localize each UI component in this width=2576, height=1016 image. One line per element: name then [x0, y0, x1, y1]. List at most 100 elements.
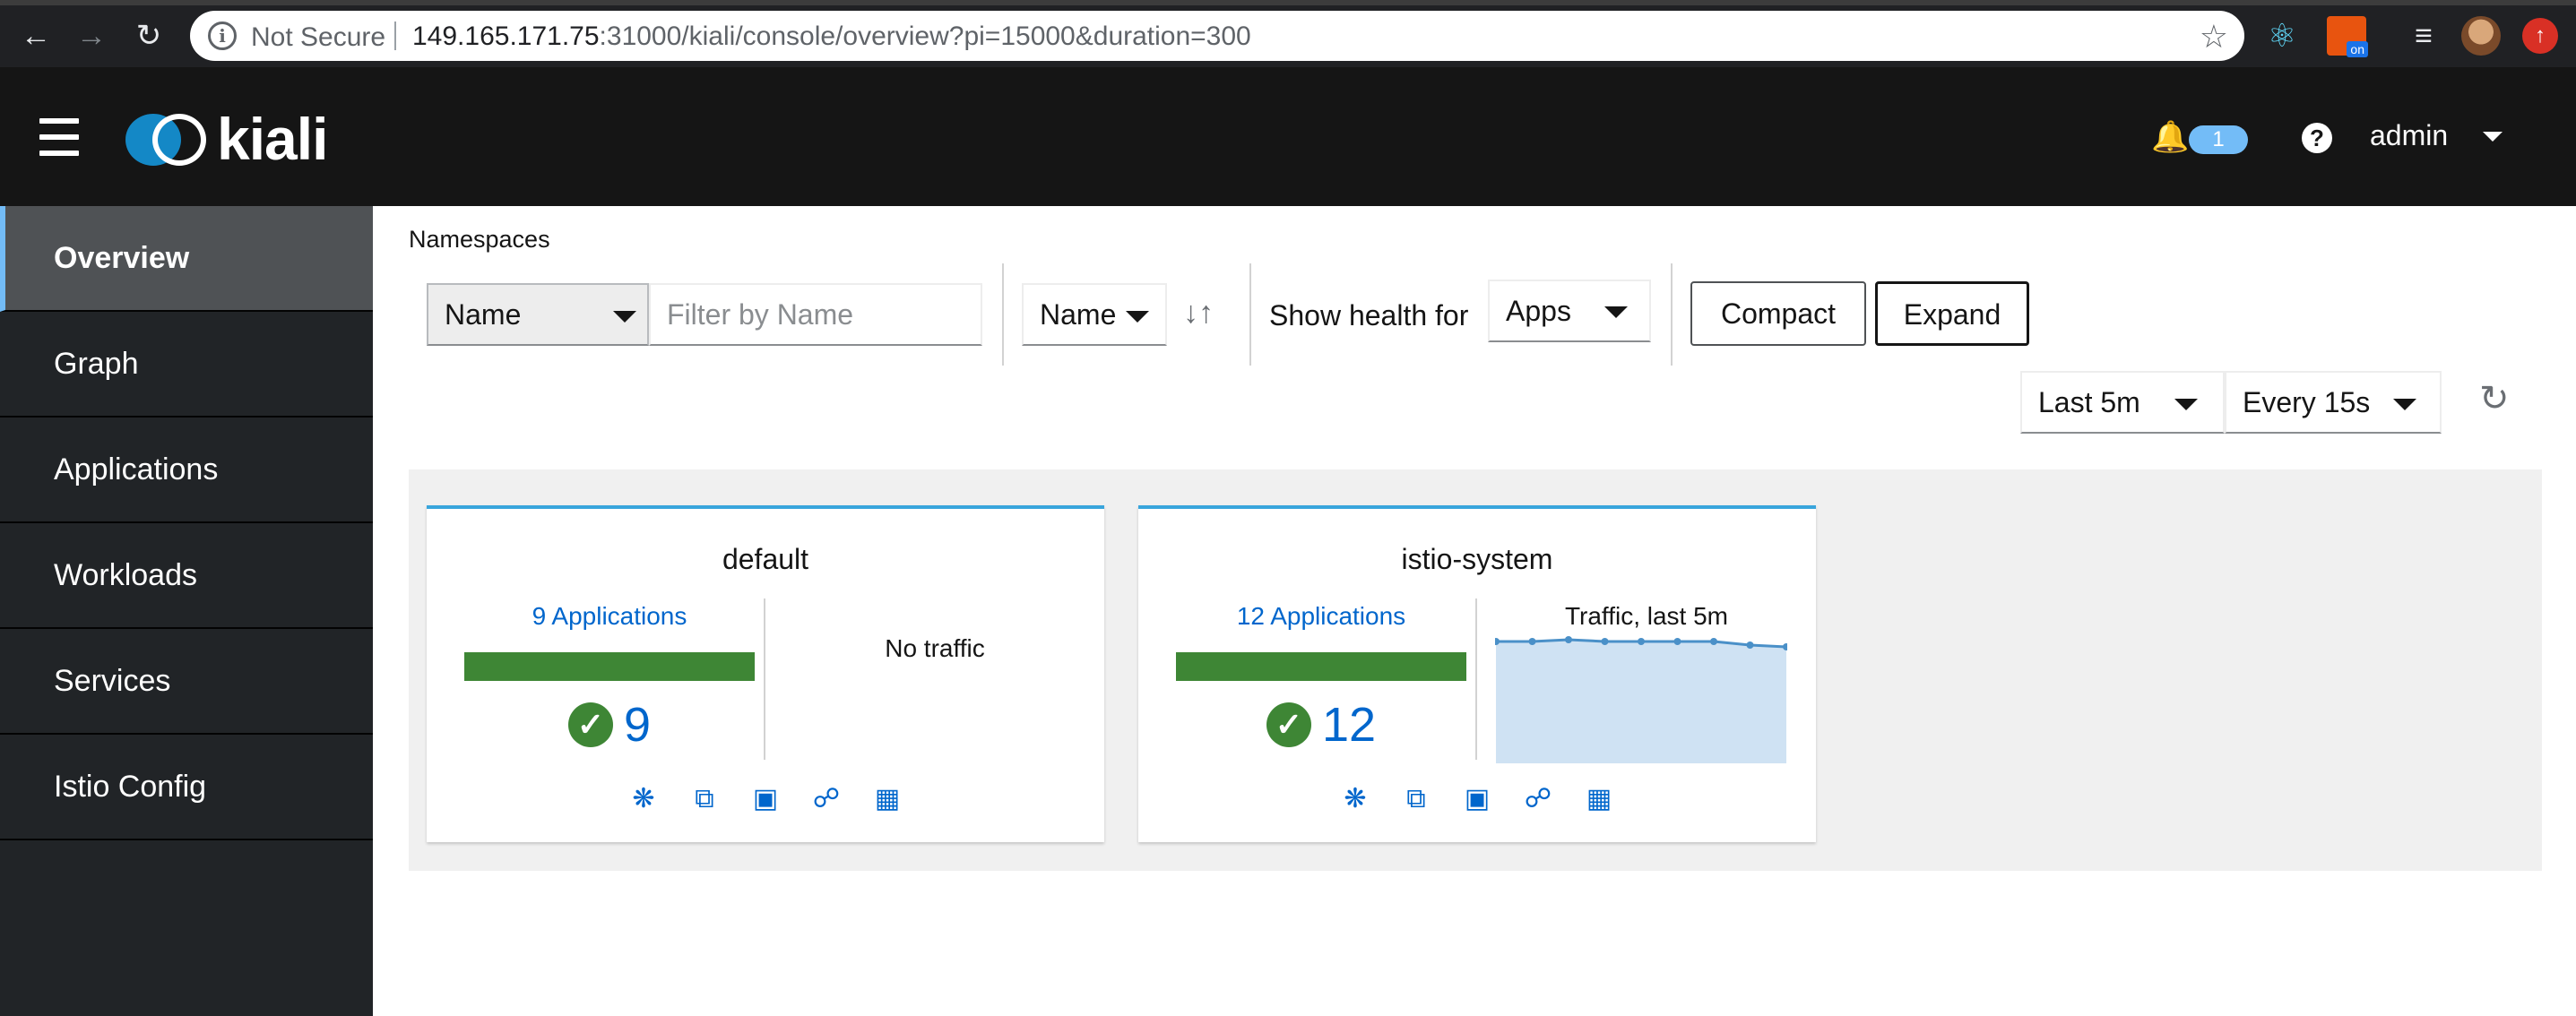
time-range-select[interactable]: Last 5m	[2020, 371, 2225, 434]
caret-down-icon	[2174, 399, 2198, 410]
sidebar-item-label: Istio Config	[54, 770, 207, 804]
react-devtools-icon[interactable]: ⚛	[2262, 16, 2302, 56]
bell-icon[interactable]: 🔔	[2151, 121, 2189, 153]
masthead: kiali 🔔 1 ? admin	[0, 67, 2576, 206]
applications-link[interactable]: 12 Applications	[1176, 602, 1466, 631]
hamburger-menu-icon[interactable]	[39, 118, 79, 156]
sparkline-point[interactable]	[1746, 641, 1754, 649]
sort-field-value: Name	[1040, 298, 1117, 331]
url-path: :31000/kiali/console/overview?pi=15000&d…	[599, 22, 1251, 51]
workloads-icon[interactable]: ▣	[746, 783, 785, 814]
url-text[interactable]: 149.165.171.75:31000/kiali/console/overv…	[412, 22, 1251, 52]
caret-down-icon	[1604, 306, 1628, 318]
toolbar-divider	[1671, 263, 1673, 366]
sidebar-item-label: Applications	[54, 452, 219, 486]
notification-badge[interactable]: 1	[2189, 125, 2248, 154]
health-type-value: Apps	[1506, 295, 1571, 327]
user-menu[interactable]: admin	[2370, 119, 2448, 152]
sidebar-item-applications[interactable]: Applications	[0, 418, 373, 523]
card-divider	[764, 598, 765, 760]
profile-avatar[interactable]	[2461, 16, 2501, 56]
show-health-label: Show health for	[1269, 299, 1469, 331]
namespace-card-istio-system: istio-system 12 Applications ✓ 12 Traffic…	[1138, 505, 1816, 842]
check-circle-icon: ✓	[1266, 702, 1311, 747]
namespace-card-default: default 9 Applications ✓ 9 No traffic ❋ ⧉ ▣…	[427, 505, 1104, 842]
browser-toolbar: ← → ↻ i Not Secure 149.165.171.75:31000/…	[0, 0, 2576, 67]
security-label: Not Secure	[251, 22, 386, 52]
namespace-name: istio-system	[1401, 543, 1553, 575]
sparkline-point[interactable]	[1673, 638, 1681, 645]
time-range-value: Last 5m	[2038, 386, 2140, 418]
applications-icon[interactable]: ⧉	[1396, 784, 1436, 814]
sidebar-item-overview[interactable]: Overview	[0, 206, 373, 312]
refresh-interval-select[interactable]: Every 15s	[2225, 371, 2442, 434]
istio-config-icon[interactable]: ▦	[1579, 783, 1619, 814]
expand-button[interactable]: Expand	[1875, 281, 2029, 346]
sidebar-item-workloads[interactable]: Workloads	[0, 523, 373, 629]
refresh-interval-value: Every 15s	[2243, 386, 2371, 418]
traffic-status: No traffic	[885, 634, 985, 662]
filter-input[interactable]	[649, 283, 982, 346]
sidebar-item-istio-config[interactable]: Istio Config	[0, 735, 373, 840]
health-bar	[464, 652, 755, 681]
workloads-icon[interactable]: ▣	[1457, 783, 1497, 814]
traffic-title: Traffic, last 5m	[1564, 602, 1729, 630]
bookmark-star-icon[interactable]: ☆	[2200, 18, 2228, 56]
toolbar-divider	[1249, 263, 1251, 366]
caret-down-icon	[613, 311, 636, 323]
on-extension-icon[interactable]: on	[2327, 16, 2368, 57]
sidebar-item-graph[interactable]: Graph	[0, 312, 373, 418]
caret-down-icon	[1126, 311, 1149, 323]
health-summary: ✓ 9	[464, 697, 755, 753]
healthy-count[interactable]: 9	[624, 697, 651, 753]
namespace-name: default	[722, 543, 809, 575]
info-icon[interactable]: i	[208, 22, 237, 50]
sort-field-select[interactable]: Name	[1022, 283, 1167, 346]
reload-icon[interactable]: ↻	[131, 18, 167, 54]
update-icon[interactable]: ↑	[2522, 18, 2558, 54]
sparkline-point[interactable]	[1638, 638, 1645, 645]
applications-icon[interactable]: ⧉	[685, 784, 724, 814]
health-type-select[interactable]: Apps	[1488, 280, 1651, 342]
forward-icon[interactable]: →	[73, 18, 109, 54]
topology-icon[interactable]: ❋	[1336, 783, 1375, 814]
refresh-icon[interactable]: ↻	[2479, 378, 2510, 419]
queue-icon[interactable]: ≡	[2404, 16, 2443, 56]
sort-alpha-icon[interactable]: ↓↑	[1183, 296, 1214, 331]
sidebar: Overview Graph Applications Workloads Se…	[0, 206, 373, 1016]
filter-type-value: Name	[445, 298, 522, 331]
services-icon[interactable]: ☍	[1518, 783, 1558, 814]
page-title: Namespaces	[409, 226, 550, 253]
sparkline-point[interactable]	[1565, 636, 1572, 643]
caret-down-icon	[2393, 399, 2416, 410]
services-icon[interactable]: ☍	[807, 783, 846, 814]
sparkline-point[interactable]	[1528, 638, 1536, 645]
health-summary: ✓ 12	[1176, 697, 1466, 753]
sparkline-point[interactable]	[1710, 638, 1717, 645]
address-bar[interactable]: i Not Secure 149.165.171.75:31000/kiali/…	[190, 11, 2244, 61]
toolbar-divider	[1002, 263, 1004, 366]
check-circle-icon: ✓	[567, 702, 613, 747]
filter-type-select[interactable]: Name	[427, 283, 649, 346]
topology-icon[interactable]: ❋	[624, 783, 663, 814]
namespace-cards: default 9 Applications ✓ 9 No traffic ❋ ⧉ ▣…	[409, 469, 2542, 871]
url-separator	[394, 22, 396, 50]
card-links: ❋ ⧉ ▣ ☍ ▦	[1138, 783, 1816, 814]
sidebar-item-label: Workloads	[54, 558, 197, 592]
sidebar-item-services[interactable]: Services	[0, 629, 373, 735]
istio-config-icon[interactable]: ▦	[868, 783, 907, 814]
tab-strip	[0, 0, 2576, 5]
chevron-down-icon[interactable]	[2483, 132, 2503, 142]
sparkline-area	[1496, 640, 1786, 763]
traffic-sparkline[interactable]	[1495, 634, 1787, 763]
card-links: ❋ ⧉ ▣ ☍ ▦	[427, 783, 1104, 814]
card-divider	[1475, 598, 1477, 760]
kiali-logo[interactable]: kiali	[124, 106, 332, 172]
sparkline-point[interactable]	[1601, 638, 1609, 645]
help-icon[interactable]: ?	[2302, 123, 2332, 153]
healthy-count[interactable]: 12	[1322, 697, 1376, 753]
back-icon[interactable]: ←	[18, 18, 54, 54]
applications-link[interactable]: 9 Applications	[464, 602, 755, 631]
compact-button[interactable]: Compact	[1690, 281, 1866, 346]
sidebar-item-label: Services	[54, 664, 171, 698]
